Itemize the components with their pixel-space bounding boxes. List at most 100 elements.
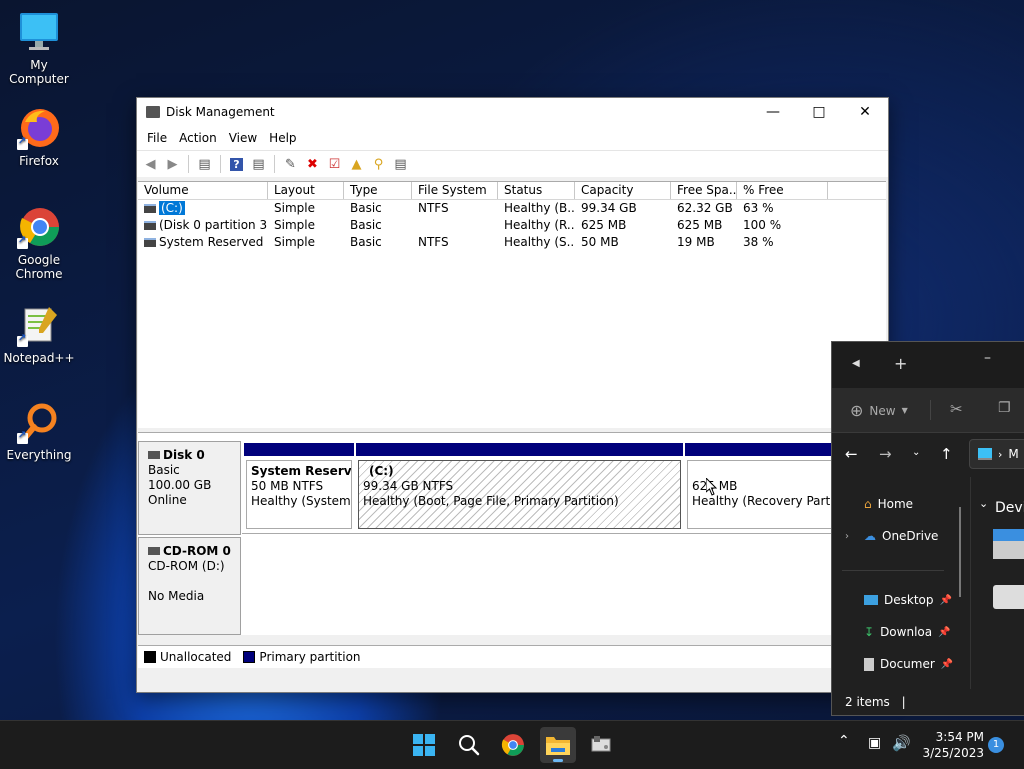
folder-up-icon[interactable]: ▲	[347, 155, 366, 174]
close-button[interactable]: ✕	[842, 98, 888, 126]
collapse-chevron-icon[interactable]: ⌄	[979, 497, 988, 510]
delete-icon[interactable]: ✖	[303, 155, 322, 174]
minimize-button[interactable]: –	[984, 350, 991, 366]
up-arrow-icon[interactable]: ↑	[940, 445, 953, 463]
forward-arrow-icon[interactable]: →	[879, 445, 892, 463]
checklist-icon[interactable]: ☑	[325, 155, 344, 174]
disk-graphical-view: Disk 0 Basic 100.00 GB Online System Res…	[138, 432, 890, 635]
windows-logo-icon	[413, 734, 435, 756]
file-explorer-taskbar-button[interactable]	[540, 727, 576, 763]
pct-cell: 63 %	[743, 201, 774, 215]
column-type[interactable]: Type	[344, 182, 412, 199]
partition-system-reserved[interactable]: System Reserved 50 MB NTFS Healthy (Syst…	[244, 443, 354, 531]
free-cell: 625 MB	[677, 218, 723, 232]
nav-label: OneDrive	[882, 529, 939, 543]
desktop-folder-icon	[864, 595, 878, 605]
clock[interactable]: 3:54 PM 3/25/2023	[918, 729, 984, 761]
options-icon[interactable]: ▤	[391, 155, 410, 174]
chrome-taskbar-button[interactable]	[499, 731, 527, 759]
column-percent-free[interactable]: % Free	[737, 182, 828, 199]
legend: Unallocated Primary partition	[138, 645, 892, 668]
table-row[interactable]: (C:) Simple Basic NTFS Healthy (B... 99.…	[138, 200, 886, 217]
cut-icon[interactable]: ✂	[950, 400, 963, 418]
volume-name: (Disk 0 partition 3)	[159, 218, 268, 232]
fs-cell: NTFS	[418, 235, 449, 249]
show-hide-tree-icon[interactable]: ▤	[195, 155, 214, 174]
properties-icon[interactable]: ▤	[249, 155, 268, 174]
status-cell: Healthy (R...	[504, 218, 575, 232]
title-bar[interactable]: Disk Management — □ ✕	[137, 98, 888, 126]
start-button[interactable]	[410, 731, 438, 759]
primary-swatch	[243, 651, 256, 663]
expand-chevron-icon[interactable]: ›	[845, 531, 849, 542]
partition-size: 99.34 GB NTFS	[363, 479, 454, 493]
chevron-down-icon: ▼	[901, 406, 908, 415]
new-tab-plus-icon[interactable]: +	[894, 354, 907, 373]
new-button[interactable]: ⊕ New ▼	[850, 401, 908, 420]
scroll-left-icon[interactable]: ◀	[852, 358, 860, 369]
partition-c[interactable]: (C:) 99.34 GB NTFS Healthy (Boot, Page F…	[356, 443, 683, 531]
maximize-button[interactable]: □	[796, 98, 842, 126]
nav-scrollbar[interactable]	[959, 507, 961, 597]
cdrom-name: CD-ROM 0	[163, 544, 231, 558]
back-arrow-icon[interactable]: ←	[845, 445, 858, 463]
nav-desktop[interactable]: Desktop 📌	[864, 593, 952, 607]
windows-drive-icon[interactable]	[993, 529, 1024, 559]
nav-onedrive[interactable]: ☁ OneDrive	[864, 529, 938, 543]
volume-list: Volume Layout Type File System Status Ca…	[138, 181, 886, 428]
menu-view[interactable]: View	[223, 131, 263, 145]
show-hidden-icons-chevron-icon[interactable]: ⌃	[838, 733, 850, 749]
search-folder-icon[interactable]: ⚲	[369, 155, 388, 174]
copy-icon[interactable]: ❐	[998, 400, 1011, 416]
desktop-icon-my-computer[interactable]: My Computer	[1, 10, 77, 86]
firefox-icon	[17, 106, 61, 150]
cdrom-0-label[interactable]: CD-ROM 0 CD-ROM (D:) No Media	[138, 537, 241, 635]
forward-arrow-icon[interactable]: ▶	[163, 155, 182, 174]
partition-status: Healthy (Boot, Page File, Primary Partit…	[363, 494, 619, 508]
explorer-command-bar: ⊕ New ▼ ✂ ❐	[832, 388, 1024, 433]
search-button[interactable]	[455, 731, 483, 759]
menu-action[interactable]: Action	[173, 131, 223, 145]
document-icon	[864, 657, 874, 671]
minimize-button[interactable]: —	[750, 98, 796, 126]
column-capacity[interactable]: Capacity	[575, 182, 671, 199]
address-bar[interactable]: › M	[969, 439, 1024, 469]
type-cell: Basic	[350, 218, 382, 232]
column-volume[interactable]: Volume	[138, 182, 268, 199]
connect-disk-icon[interactable]: ✎	[281, 155, 300, 174]
nav-downloads[interactable]: ↧ Downloa 📌	[864, 625, 951, 639]
drive-icon[interactable]	[993, 585, 1024, 609]
column-status[interactable]: Status	[498, 182, 575, 199]
nav-home[interactable]: ⌂ Home	[864, 497, 913, 511]
disk-management-icon	[591, 736, 611, 752]
back-arrow-icon[interactable]: ◀	[141, 155, 160, 174]
item-count: 2 items	[845, 695, 890, 709]
desktop-icon-notepadpp[interactable]: Notepad++	[1, 303, 77, 365]
network-icon[interactable]: ▣	[868, 735, 881, 751]
clock-time: 3:54 PM	[935, 730, 984, 744]
table-row[interactable]: System Reserved Simple Basic NTFS Health…	[138, 234, 886, 251]
desktop-icon-everything[interactable]: Everything	[1, 400, 77, 462]
column-file-system[interactable]: File System	[412, 182, 498, 199]
disk-management-taskbar-button[interactable]	[587, 731, 615, 759]
volume-icon[interactable]: 🔊	[892, 734, 911, 752]
column-layout[interactable]: Layout	[268, 182, 344, 199]
help-icon[interactable]: ?	[227, 155, 246, 174]
notification-badge[interactable]: 1	[988, 737, 1004, 753]
content-pane: ⌄ Devi	[970, 477, 1024, 689]
disk-0-label[interactable]: Disk 0 Basic 100.00 GB Online	[138, 441, 241, 535]
nav-documents[interactable]: Documer 📌	[864, 657, 953, 671]
disk-icon	[148, 451, 160, 459]
table-row[interactable]: (Disk 0 partition 3) Simple Basic Health…	[138, 217, 886, 234]
desktop-icon-firefox[interactable]: Firefox	[1, 106, 77, 168]
file-explorer-window: ◀ + – ⊕ New ▼ ✂ ❐ ← → ⌄ ↑ › M ⌂ Home › ☁ O…	[831, 341, 1024, 716]
menu-file[interactable]: File	[141, 131, 173, 145]
partition-title: (C:)	[369, 464, 394, 478]
desktop-icon-chrome[interactable]: Google Chrome	[1, 205, 77, 281]
column-free-space[interactable]: Free Spa...	[671, 182, 737, 199]
fs-cell: NTFS	[418, 201, 449, 215]
shortcut-arrow-icon	[17, 136, 28, 150]
recent-chevron-icon[interactable]: ⌄	[912, 447, 920, 458]
navigation-pane: ⌂ Home › ☁ OneDrive Desktop 📌 ↧ Downloa 📌 Doc…	[832, 477, 962, 689]
menu-help[interactable]: Help	[263, 131, 302, 145]
